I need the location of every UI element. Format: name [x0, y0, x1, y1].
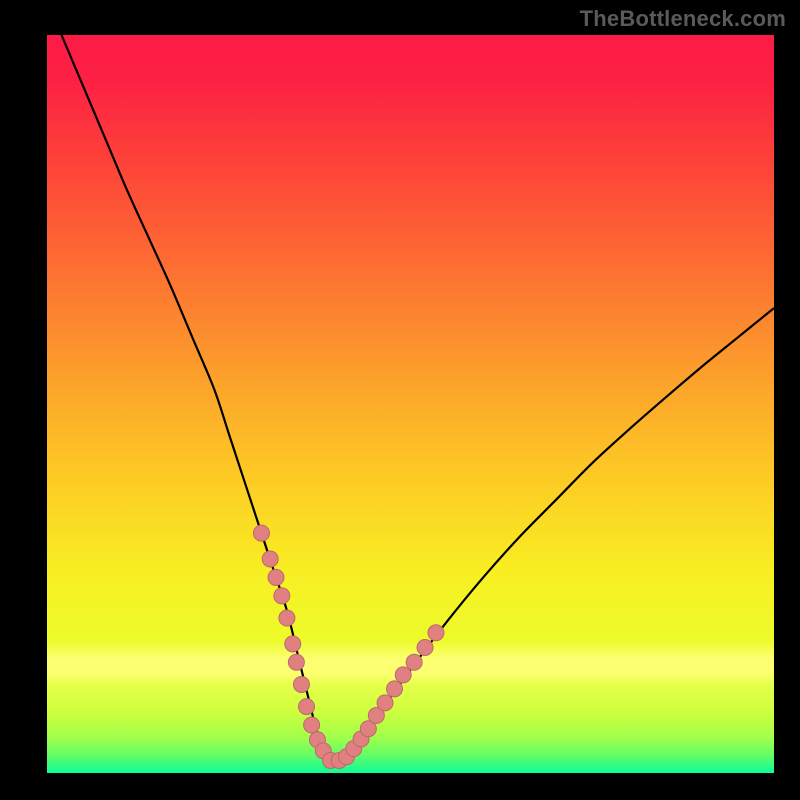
- highlighted-dots: [253, 525, 443, 768]
- dot: [279, 610, 295, 626]
- dot: [274, 588, 290, 604]
- dot: [262, 551, 278, 567]
- dot: [253, 525, 269, 541]
- dot: [285, 636, 301, 652]
- dot: [395, 667, 411, 683]
- dot: [288, 654, 304, 670]
- dot: [387, 681, 403, 697]
- curve-layer: [47, 35, 774, 773]
- dot: [304, 717, 320, 733]
- dot: [406, 654, 422, 670]
- dot: [377, 695, 393, 711]
- chart-frame: TheBottleneck.com: [0, 0, 800, 800]
- dot: [417, 640, 433, 656]
- dot: [299, 699, 315, 715]
- plot-area: [47, 35, 774, 773]
- watermark-text: TheBottleneck.com: [580, 6, 786, 32]
- dot: [293, 676, 309, 692]
- dot: [268, 569, 284, 585]
- bottleneck-curve: [62, 35, 774, 763]
- dot: [428, 625, 444, 641]
